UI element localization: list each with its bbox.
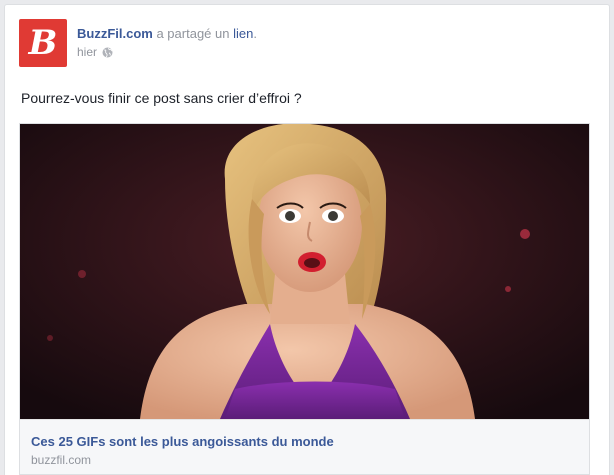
post-message: Pourrez-vous finir ce post sans crier d’… [21, 90, 302, 106]
post-header: BuzzFil.com a partagé un lien. [77, 26, 257, 42]
link-domain: buzzfil.com [31, 453, 92, 467]
link-preview-image[interactable] [20, 124, 589, 419]
avatar-letter: B [28, 23, 58, 63]
link-preview-card[interactable]: Ces 25 GIFs sont les plus angoissants du… [19, 123, 590, 475]
shared-text: a partagé un lien. [156, 26, 257, 41]
page-avatar-logo[interactable]: B [19, 19, 67, 67]
shared-link-word[interactable]: lien [233, 26, 253, 41]
link-preview-caption[interactable]: Ces 25 GIFs sont les plus angoissants du… [20, 419, 589, 474]
facebook-post: B BuzzFil.com a partagé un lien. hier Po… [4, 4, 610, 475]
post-timestamp[interactable]: hier [77, 45, 97, 59]
link-title[interactable]: Ces 25 GIFs sont les plus angoissants du… [31, 434, 334, 449]
post-meta: hier [77, 45, 113, 59]
globe-icon[interactable] [102, 47, 113, 58]
page-name-link[interactable]: BuzzFil.com [77, 26, 153, 41]
